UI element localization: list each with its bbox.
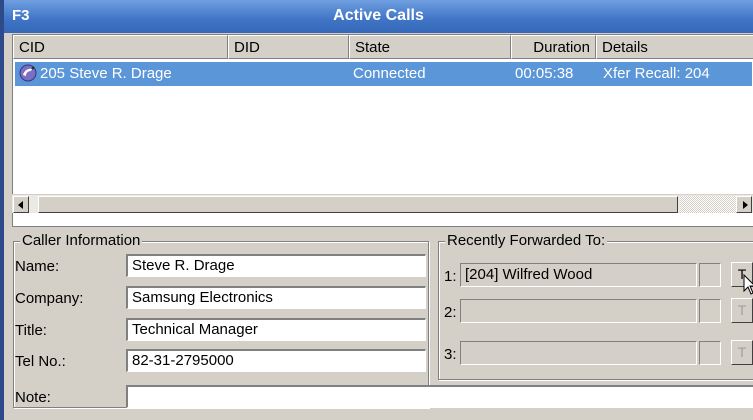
mouse-cursor-icon bbox=[743, 274, 753, 295]
scroll-thumb[interactable] bbox=[38, 196, 678, 213]
note-field[interactable] bbox=[126, 385, 753, 408]
title-field[interactable]: Technical Manager bbox=[126, 318, 426, 341]
column-header-state[interactable]: State bbox=[349, 35, 511, 59]
call-duration: 00:05:38 bbox=[515, 65, 574, 82]
tel-no-field[interactable]: 82-31-2795000 bbox=[126, 349, 426, 372]
forward-2-transfer-button[interactable]: T bbox=[731, 298, 753, 323]
forward-1-number: 1: bbox=[444, 268, 457, 285]
call-details: Xfer Recall: 204 bbox=[603, 65, 710, 82]
name-label: Name: bbox=[15, 258, 60, 275]
forward-3-number: 3: bbox=[444, 346, 457, 363]
call-state: Connected bbox=[353, 65, 426, 82]
column-header-details[interactable]: Details bbox=[596, 35, 753, 59]
forward-2-indicator bbox=[699, 299, 721, 323]
forward-2-number: 2: bbox=[444, 304, 457, 321]
phone-call-icon bbox=[19, 64, 37, 82]
call-cid: 205 Steve R. Drage bbox=[40, 65, 172, 82]
forward-3-field[interactable] bbox=[460, 341, 697, 365]
arrow-left-icon bbox=[18, 201, 23, 209]
forward-3-indicator bbox=[699, 341, 721, 365]
forward-1-field[interactable]: [204] Wilfred Wood bbox=[460, 263, 697, 287]
forward-3-transfer-button[interactable]: T bbox=[731, 340, 753, 365]
scroll-left-button[interactable] bbox=[13, 196, 29, 213]
column-header-duration[interactable]: Duration bbox=[511, 35, 596, 59]
company-label: Company: bbox=[15, 290, 84, 307]
window-title: Active Calls bbox=[333, 7, 424, 24]
horizontal-scrollbar[interactable] bbox=[12, 194, 753, 213]
caller-information-legend: Caller Information bbox=[20, 232, 143, 249]
recently-forwarded-legend: Recently Forwarded To: bbox=[445, 232, 608, 249]
scroll-track[interactable] bbox=[680, 196, 736, 213]
tel-no-label: Tel No.: bbox=[15, 353, 66, 370]
forward-2-field[interactable] bbox=[460, 299, 697, 323]
call-row[interactable]: 205 Steve R. Drage Connected 00:05:38 Xf… bbox=[15, 62, 752, 86]
name-field[interactable]: Steve R. Drage bbox=[126, 254, 426, 277]
title-label: Title: bbox=[15, 322, 47, 339]
company-field[interactable]: Samsung Electronics bbox=[126, 286, 426, 309]
scroll-right-button[interactable] bbox=[736, 196, 752, 213]
forward-1-indicator bbox=[699, 263, 721, 287]
title-bar[interactable]: F3 Active Calls bbox=[4, 0, 753, 33]
column-header-cid[interactable]: CID bbox=[13, 35, 228, 59]
list-header: CID DID State Duration Details bbox=[13, 35, 753, 59]
note-label: Note: bbox=[15, 389, 51, 406]
column-header-did[interactable]: DID bbox=[228, 35, 349, 59]
arrow-right-icon bbox=[743, 201, 748, 209]
active-calls-window: F3 Active Calls CID DID State Duration D… bbox=[0, 0, 753, 420]
